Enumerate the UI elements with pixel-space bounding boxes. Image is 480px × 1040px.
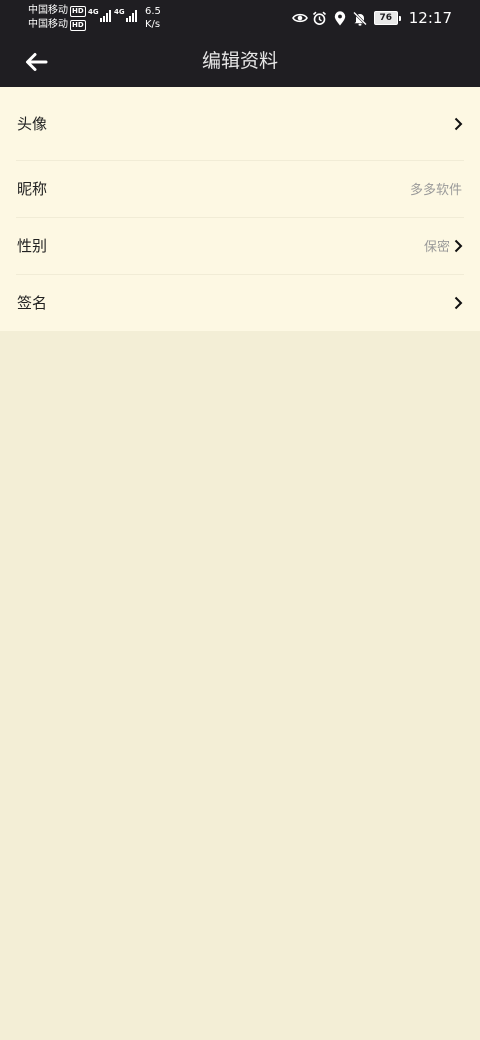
net-type-1: 4G xyxy=(88,8,99,16)
avatar-label: 头像 xyxy=(17,115,48,133)
avatar-row[interactable]: 头像 xyxy=(0,87,480,160)
status-bar: 中国移动 HD 中国移动 HD 4G 4G 6.5 K/s 76 12:17 xyxy=(0,0,480,36)
hd-badge-2: HD xyxy=(70,19,86,31)
eye-icon xyxy=(291,10,308,26)
speed-value: 6.5 xyxy=(145,6,161,17)
signal-2-icon: 4G xyxy=(114,8,138,22)
carrier-1-label: 中国移动 xyxy=(28,5,68,16)
gender-label: 性别 xyxy=(17,237,48,255)
carrier-2-label: 中国移动 xyxy=(28,19,68,30)
page-title: 编辑资料 xyxy=(201,50,278,72)
location-icon xyxy=(332,10,348,26)
battery-icon: 76 xyxy=(373,11,401,25)
gender-row[interactable]: 性别 保密 xyxy=(0,217,480,274)
nickname-label: 昵称 xyxy=(17,180,48,198)
gender-value: 保密 xyxy=(423,240,450,255)
status-time: 12:17 xyxy=(408,9,452,27)
profile-settings-list: 头像 昵称 多多软件 性别 保密 签名 xyxy=(0,87,480,331)
app-header: 编辑资料 xyxy=(0,36,480,87)
nickname-row[interactable]: 昵称 多多软件 xyxy=(0,160,480,217)
network-speed: 6.5 K/s xyxy=(145,5,161,31)
hd-badge-1: HD xyxy=(70,5,86,17)
chevron-right-icon xyxy=(452,117,464,131)
nickname-value: 多多软件 xyxy=(409,183,462,198)
signal-1-icon: 4G xyxy=(88,8,112,22)
chevron-right-icon xyxy=(452,296,464,310)
alarm-icon xyxy=(312,10,328,26)
carrier-info: 中国移动 HD 中国移动 HD xyxy=(28,4,86,32)
net-type-2: 4G xyxy=(114,8,125,16)
mute-bell-icon xyxy=(352,10,368,26)
battery-level: 76 xyxy=(373,11,398,25)
signature-row[interactable]: 签名 xyxy=(0,274,480,331)
chevron-right-icon xyxy=(452,239,464,253)
signature-label: 签名 xyxy=(17,294,48,312)
speed-unit: K/s xyxy=(145,19,161,30)
status-icons: 76 12:17 xyxy=(291,0,452,36)
